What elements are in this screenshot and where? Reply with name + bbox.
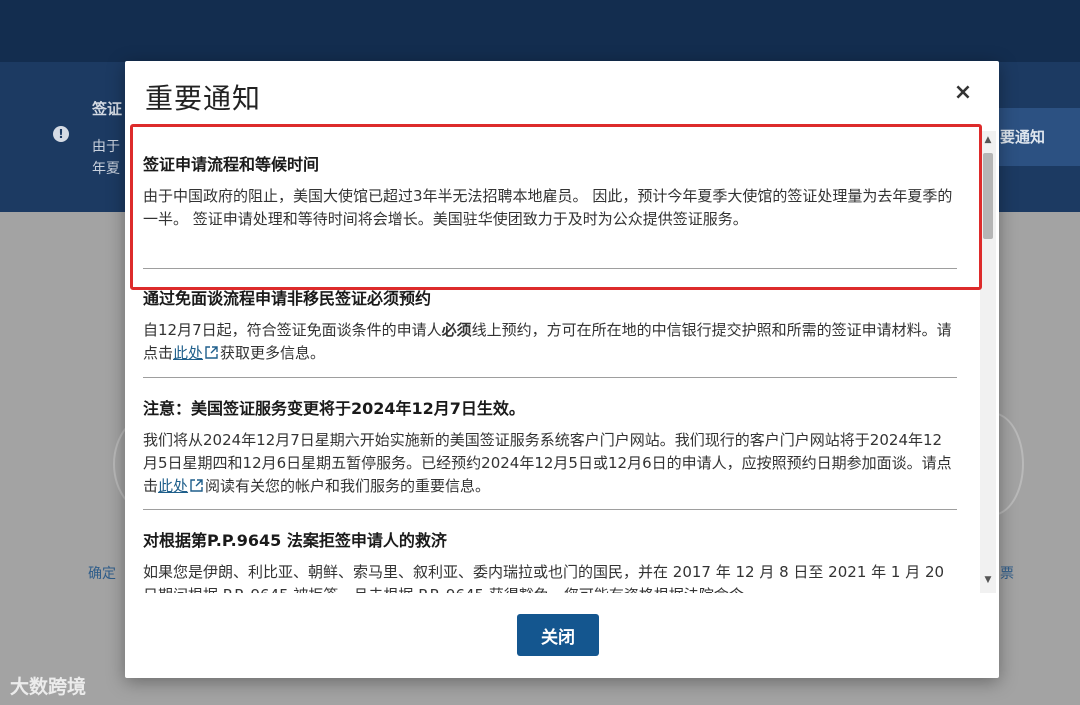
- scrollbar[interactable]: ▲ ▼: [980, 131, 996, 593]
- banner-text: 年夏: [92, 161, 120, 177]
- background-link-right[interactable]: 票: [1000, 563, 1014, 583]
- notice-service-change: 注意：美国签证服务变更将于2024年12月7日生效。 我们将从2024年12月7…: [143, 395, 957, 499]
- notice-body: 由于中国政府的阻止，美国大使馆已超过3年半无法招聘本地雇员。 因此，预计今年夏季…: [143, 187, 953, 228]
- divider: [143, 509, 957, 510]
- notice-heading: 签证申请流程和等候时间: [143, 155, 320, 174]
- scrollbar-thumb[interactable]: [983, 153, 993, 239]
- notice-pp9645-relief: 对根据第P.P.9645 法案拒签申请人的救济 如果您是伊朗、利比亚、朝鲜、索马…: [143, 527, 957, 593]
- modal-title: 重要通知: [145, 82, 262, 115]
- important-notice-modal: 重要通知 × 签证申请流程和等候时间 由于中国政府的阻止，美国大使馆已超过3年半…: [125, 61, 999, 678]
- modal-content: 签证申请流程和等候时间 由于中国政府的阻止，美国大使馆已超过3年半无法招聘本地雇…: [125, 131, 999, 593]
- notice-heading: 通过免面谈流程申请非移民签证必须预约: [143, 289, 432, 308]
- close-button[interactable]: 关闭: [517, 614, 599, 656]
- banner-text: 由于: [92, 139, 120, 155]
- notice-body: 如果您是伊朗、利比亚、朝鲜、索马里、叙利亚、委内瑞拉或也门的国民，并在 2017…: [143, 563, 945, 593]
- divider: [143, 268, 957, 269]
- watermark-logo: 大数跨境: [10, 676, 87, 698]
- external-link-icon: [205, 343, 218, 366]
- notice-visa-wait-times: 签证申请流程和等候时间 由于中国政府的阻止，美国大使馆已超过3年半无法招聘本地雇…: [143, 151, 957, 231]
- here-link[interactable]: 此处: [173, 344, 203, 362]
- scroll-up-arrow-icon[interactable]: ▲: [980, 135, 996, 145]
- banner-title: 签证: [92, 100, 123, 118]
- notice-body: 我们将从2024年12月7日星期六开始实施新的美国签证服务系统客户门户网站。我们…: [143, 429, 957, 499]
- site-header: [0, 0, 1080, 62]
- here-link[interactable]: 此处: [158, 477, 188, 495]
- scroll-down-arrow-icon[interactable]: ▼: [980, 575, 996, 585]
- notice-body: 自12月7日起，符合签证免面谈条件的申请人必须线上预约，方可在所在地的中信银行提…: [143, 319, 957, 366]
- info-icon: !: [53, 126, 69, 142]
- background-link-left[interactable]: 确定: [88, 563, 116, 583]
- external-link-icon: [190, 476, 203, 499]
- notice-waiver-appointment: 通过免面谈流程申请非移民签证必须预约 自12月7日起，符合签证免面谈条件的申请人…: [143, 285, 957, 366]
- notice-heading: 对根据第P.P.9645 法案拒签申请人的救济: [143, 531, 447, 550]
- important-notice-button[interactable]: 要通知: [998, 108, 1080, 166]
- notice-heading: 注意：美国签证服务变更将于2024年12月7日生效。: [143, 399, 525, 418]
- close-icon[interactable]: ×: [951, 81, 975, 105]
- divider: [143, 377, 957, 378]
